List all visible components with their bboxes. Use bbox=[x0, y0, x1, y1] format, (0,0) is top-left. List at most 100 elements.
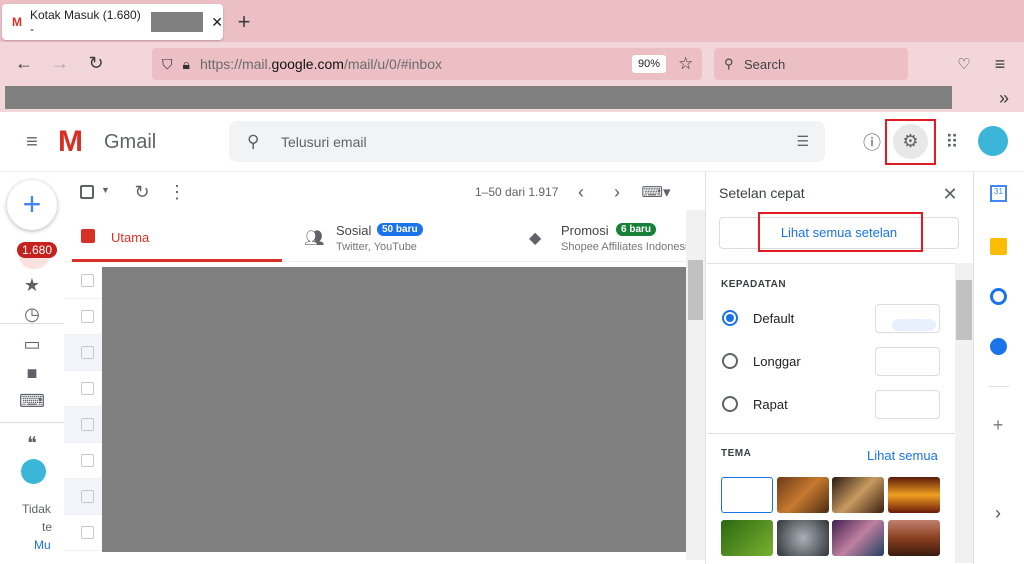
tag-icon: ◆ bbox=[529, 230, 542, 247]
gmail-logo-icon[interactable]: M bbox=[58, 127, 83, 157]
new-tab-icon[interactable]: + bbox=[232, 9, 256, 34]
redacted-bookmarks bbox=[5, 86, 952, 109]
url-bar[interactable]: ⛉ 🔒︎ https://mail. google.com/mail/u/0/#i… bbox=[152, 48, 702, 80]
snoozed-icon[interactable]: ◷ bbox=[20, 304, 44, 324]
tab-label: Utama bbox=[111, 230, 150, 245]
main-menu-icon[interactable]: ≡ bbox=[20, 130, 44, 154]
back-icon[interactable]: ← bbox=[12, 51, 36, 75]
input-tools-icon[interactable]: ⌨▾ bbox=[640, 181, 672, 203]
tab-sub: Twitter, YouTube bbox=[336, 241, 417, 253]
next-page-icon[interactable]: › bbox=[606, 181, 628, 203]
refresh-icon[interactable]: ↻ bbox=[130, 181, 154, 203]
keyboard-icon[interactable]: ⌨ bbox=[19, 391, 45, 411]
density-label: Default bbox=[753, 311, 795, 326]
url-prefix: https://mail. bbox=[199, 56, 272, 72]
density-compact-preview bbox=[875, 390, 940, 419]
density-comfortable-radio[interactable] bbox=[722, 353, 738, 369]
select-dropdown-icon[interactable]: ▼ bbox=[101, 185, 110, 195]
settings-scrollbar[interactable] bbox=[955, 263, 973, 563]
prev-page-icon[interactable]: ‹ bbox=[570, 181, 592, 203]
density-heading: KEPADATAN bbox=[721, 279, 787, 290]
theme-thumb[interactable] bbox=[888, 477, 940, 513]
quick-settings-title: Setelan cepat bbox=[719, 185, 805, 201]
forward-icon[interactable]: → bbox=[48, 51, 72, 75]
theme-thumb[interactable] bbox=[888, 520, 940, 556]
tab-label: Promosi bbox=[561, 223, 609, 238]
apps-grid-icon[interactable]: ⠿ bbox=[940, 130, 964, 154]
video-icon[interactable]: ■ bbox=[20, 363, 44, 383]
shield-icon: ⛉ bbox=[162, 55, 173, 72]
row-checkbox[interactable] bbox=[81, 382, 94, 395]
tab-utama[interactable]: Utama bbox=[72, 212, 282, 262]
meet-icon[interactable]: ▭ bbox=[20, 334, 44, 354]
compose-button[interactable]: + bbox=[7, 180, 57, 230]
bookmarks-bar: » bbox=[0, 86, 1024, 112]
theme-thumb[interactable] bbox=[832, 520, 884, 556]
gmail-logo-text[interactable]: Gmail bbox=[104, 131, 156, 154]
pocket-icon[interactable]: ♡ bbox=[952, 52, 976, 76]
close-icon[interactable]: ✕ bbox=[940, 184, 960, 204]
row-checkbox[interactable] bbox=[81, 274, 94, 287]
tasks-icon[interactable] bbox=[990, 288, 1007, 305]
more-icon[interactable]: ⋮ bbox=[165, 181, 189, 203]
avatar[interactable] bbox=[978, 126, 1008, 156]
select-all-checkbox[interactable] bbox=[80, 185, 94, 199]
menu-icon[interactable]: ≡ bbox=[988, 52, 1012, 76]
expand-panel-icon[interactable]: › bbox=[988, 503, 1008, 523]
chat-link[interactable]: Mu bbox=[34, 538, 51, 552]
gmail-search-placeholder: Telusuri email bbox=[281, 133, 367, 150]
help-icon[interactable]: ⓘ bbox=[860, 130, 884, 154]
row-checkbox[interactable] bbox=[81, 490, 94, 503]
bookmark-star-icon[interactable]: ☆ bbox=[678, 54, 693, 74]
close-tab-icon[interactable]: ✕ bbox=[211, 14, 223, 31]
density-label: Rapat bbox=[753, 397, 788, 412]
tab-title: Kotak Masuk (1.680) - bbox=[30, 8, 141, 36]
theme-see-all-link[interactable]: Lihat semua bbox=[867, 448, 938, 463]
density-compact-radio[interactable] bbox=[722, 396, 738, 412]
theme-thumb[interactable] bbox=[721, 520, 773, 556]
browser-search-placeholder: Search bbox=[744, 56, 786, 72]
row-checkbox[interactable] bbox=[81, 526, 94, 539]
theme-default[interactable] bbox=[721, 477, 773, 513]
url-domain: google.com bbox=[271, 56, 344, 72]
new-badge: 50 baru bbox=[377, 223, 423, 236]
url-path: /mail/u/0/#inbox bbox=[343, 56, 442, 72]
chat-text: te bbox=[42, 520, 53, 534]
reload-icon[interactable]: ↻ bbox=[84, 51, 108, 75]
unread-badge: 1.680 bbox=[17, 242, 58, 258]
gmail-favicon-icon: M bbox=[12, 15, 22, 29]
browser-tab-bar: M Kotak Masuk (1.680) - ✕ + bbox=[0, 0, 1024, 42]
row-checkbox[interactable] bbox=[81, 346, 94, 359]
theme-thumb[interactable] bbox=[777, 477, 829, 513]
gmail-search[interactable]: ⚲ Telusuri email ☰ bbox=[229, 121, 825, 162]
starred-icon[interactable]: ★ bbox=[20, 275, 44, 295]
row-checkbox[interactable] bbox=[81, 418, 94, 431]
theme-thumb[interactable] bbox=[777, 520, 829, 556]
hangouts-icon[interactable]: ❝ bbox=[20, 433, 44, 453]
search-options-icon[interactable]: ☰ bbox=[796, 133, 809, 150]
density-default-radio[interactable] bbox=[722, 310, 738, 326]
contacts-icon[interactable] bbox=[990, 338, 1007, 355]
row-checkbox[interactable] bbox=[81, 310, 94, 323]
overflow-chevron-icon[interactable]: » bbox=[992, 87, 1016, 109]
tab-promosi[interactable]: ◆ Promosi 6 baru Shopee Affiliates Indon… bbox=[527, 212, 687, 262]
people-icon: 👥︎ bbox=[304, 230, 325, 247]
browser-search[interactable]: ⚲ Search bbox=[714, 48, 908, 80]
redacted-email-list bbox=[102, 267, 686, 552]
row-checkbox[interactable] bbox=[81, 454, 94, 467]
browser-tab[interactable]: M Kotak Masuk (1.680) - ✕ bbox=[2, 4, 223, 40]
settings-gear-icon[interactable]: ⚙ bbox=[893, 124, 928, 159]
tab-label: Sosial bbox=[336, 223, 372, 238]
new-badge: 6 baru bbox=[616, 223, 657, 236]
add-addon-icon[interactable]: + bbox=[988, 415, 1008, 435]
theme-thumb[interactable] bbox=[832, 477, 884, 513]
density-default-preview bbox=[875, 304, 940, 333]
zoom-level[interactable]: 90% bbox=[632, 55, 667, 73]
calendar-icon[interactable]: 31 bbox=[990, 185, 1007, 202]
list-scrollbar[interactable] bbox=[686, 210, 705, 560]
search-icon[interactable]: ⚲ bbox=[247, 132, 259, 152]
chat-avatar[interactable] bbox=[21, 459, 46, 484]
keep-icon[interactable] bbox=[990, 238, 1007, 255]
density-label: Longgar bbox=[753, 354, 801, 369]
tab-sosial[interactable]: 👥︎ Sosial 50 baru Twitter, YouTube bbox=[300, 212, 510, 262]
